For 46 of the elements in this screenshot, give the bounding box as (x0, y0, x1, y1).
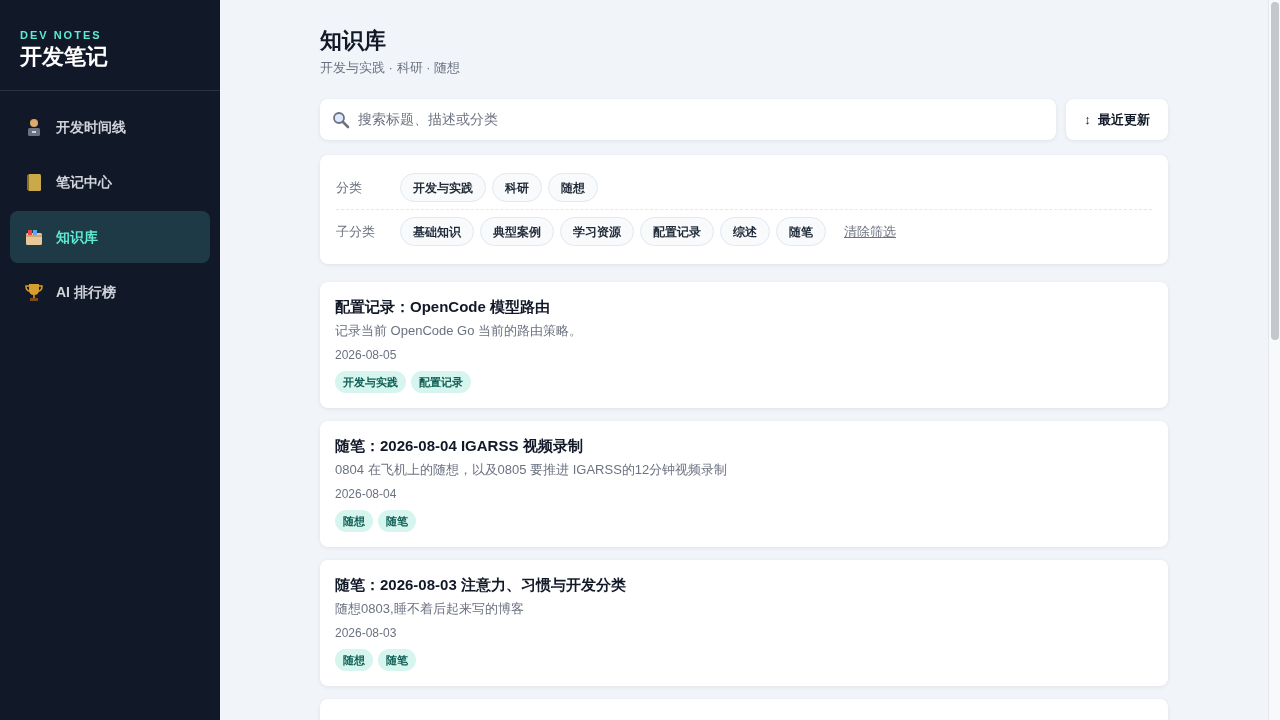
search-input[interactable]: 搜索标题、描述或分类 (358, 109, 1045, 130)
sort-button[interactable]: ↕ 最近更新 (1066, 99, 1168, 140)
article-title: 配置记录：OpenCode 模型路由 (335, 297, 551, 317)
filter-chip[interactable]: 随想 (548, 173, 598, 202)
filter-chip[interactable]: 科研 (492, 173, 542, 202)
brand-eyebrow: DEV NOTES (20, 28, 103, 42)
filter-label: 子分类 (336, 222, 376, 241)
nav-item[interactable]: 开发时间线 (10, 101, 210, 153)
nav-item[interactable]: AI 排行榜 (10, 266, 210, 318)
nav-item[interactable]: 笔记中心 (10, 156, 210, 208)
filter-chip[interactable]: 开发与实践 (400, 173, 486, 202)
tag: 随想 (335, 510, 373, 532)
clear-filter-link[interactable]: 清除筛选 (844, 221, 896, 242)
tag: 随笔 (378, 510, 416, 532)
nav-item[interactable]: 知识库 (10, 211, 210, 263)
trophy-icon (24, 281, 44, 303)
filter-chip[interactable]: 典型案例 (480, 217, 554, 246)
filter-label: 分类 (336, 178, 363, 197)
filter-chip[interactable]: 随笔 (776, 217, 826, 246)
article-description: 随想0803,睡不着后起来写的博客 (335, 600, 525, 618)
article-description: 0804 在飞机上的随想，以及0805 要推进 IGARSS的12分钟视频录制 (335, 461, 729, 479)
filter-chip[interactable]: 学习资源 (560, 217, 634, 246)
brand-title: 开发笔记 (20, 43, 109, 71)
article-title: 随笔：2026-08-04 IGARSS 视频录制 (335, 436, 584, 456)
article-date: 2026-08-05 (335, 347, 398, 363)
tag: 配置记录 (411, 371, 471, 393)
scrollbar[interactable] (1268, 0, 1280, 720)
search-field[interactable]: 搜索标题、描述或分类 (320, 99, 1057, 140)
page-subtitle: 开发与实践 · 科研 · 随想 (320, 59, 462, 77)
scrollbar-thumb[interactable] (1271, 2, 1279, 340)
article-date: 2026-08-03 (335, 625, 398, 641)
search-icon (332, 110, 350, 129)
article-date: 2026-08-04 (335, 486, 398, 502)
tag: 开发与实践 (335, 371, 406, 393)
tag: 随笔 (378, 649, 416, 671)
filter-chip[interactable]: 综述 (720, 217, 770, 246)
page-title: 知识库 (320, 27, 387, 55)
article-card[interactable]: 随笔：2026-08-04 IGARSS 视频录制 0804 在飞机上的随想，以及0805 要推进 IGARSS的12分钟视频录制 2026-08-04 随想 随笔 (320, 421, 1168, 547)
article-description: 记录当前 OpenCode Go 当前的路由策略。 (335, 322, 584, 340)
notebook-icon (24, 171, 44, 193)
article-title: 随笔：2026-08-03 注意力、习惯与开发分类 (335, 575, 627, 595)
filter-chip[interactable]: 基础知识 (400, 217, 474, 246)
filter-chip[interactable]: 配置记录 (640, 217, 714, 246)
tag: 随想 (335, 649, 373, 671)
article-card[interactable]: 配置记录：OpenCode 模型路由 记录当前 OpenCode Go 当前的路由策略。 2026-08-05 开发与实践 配置记录 (320, 282, 1168, 408)
article-card[interactable]: 随笔：2026-08-03 注意力、习惯与开发分类 随想0803,睡不着后起来写的博客 2026-08-03 随想 随笔 (320, 560, 1168, 686)
